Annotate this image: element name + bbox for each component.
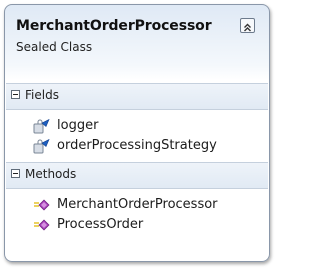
methods-section-label: Methods	[25, 167, 77, 181]
private-field-icon	[33, 139, 50, 154]
public-method-icon	[34, 199, 50, 211]
method-item-merchant-order-processor[interactable]: MerchantOrderProcessor	[33, 195, 263, 215]
private-field-icon	[33, 119, 50, 134]
double-chevron-up-icon	[244, 23, 251, 32]
collapse-button[interactable]	[240, 18, 255, 33]
public-method-icon	[34, 219, 50, 231]
field-item-logger[interactable]: logger	[33, 116, 263, 136]
class-shape[interactable]: MerchantOrderProcessor Sealed Class Fiel…	[4, 4, 270, 262]
class-header: MerchantOrderProcessor Sealed Class	[5, 5, 269, 83]
method-label: ProcessOrder	[57, 217, 144, 232]
field-label: orderProcessingStrategy	[57, 138, 217, 153]
collapse-fields-toggle[interactable]	[11, 90, 20, 99]
fields-section-header[interactable]: Fields	[6, 83, 268, 110]
class-stereotype: Sealed Class	[16, 40, 93, 54]
methods-section-header[interactable]: Methods	[6, 162, 268, 189]
method-item-process-order[interactable]: ProcessOrder	[33, 215, 263, 235]
class-name: MerchantOrderProcessor	[16, 18, 212, 34]
field-label: logger	[57, 118, 99, 133]
collapse-methods-toggle[interactable]	[11, 169, 20, 178]
field-item-order-processing-strategy[interactable]: orderProcessingStrategy	[33, 136, 263, 156]
fields-section-label: Fields	[25, 88, 59, 102]
method-label: MerchantOrderProcessor	[57, 197, 218, 212]
